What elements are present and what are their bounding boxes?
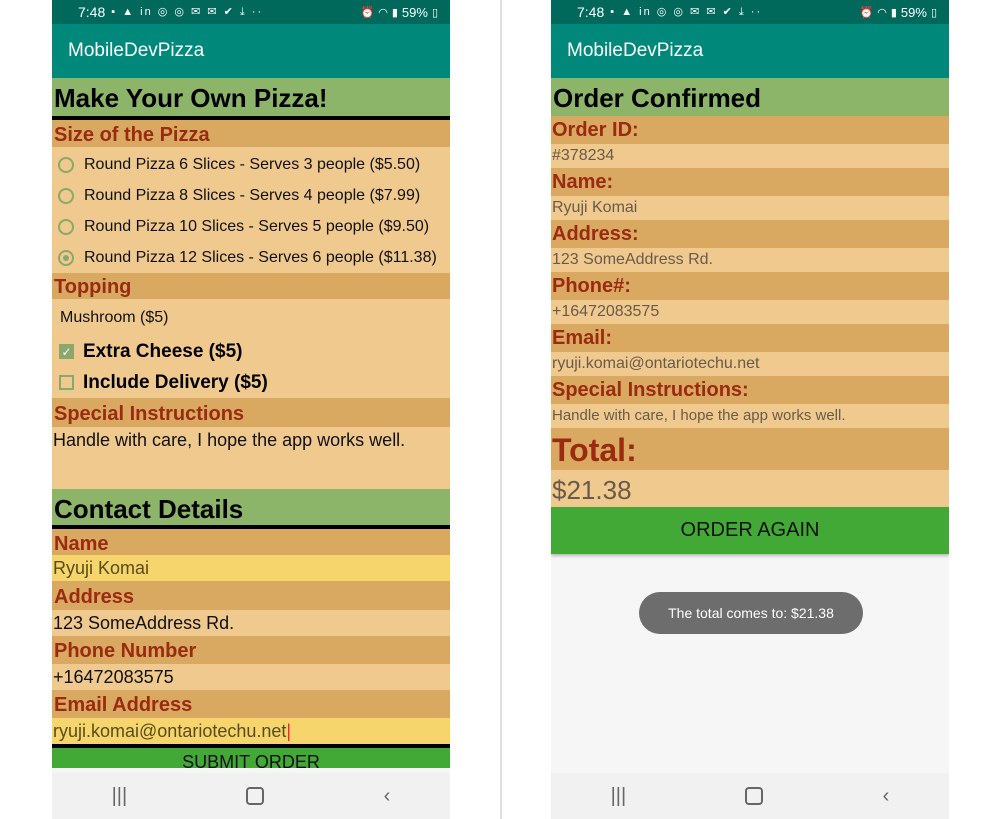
email-label: Email Address <box>52 690 450 718</box>
app-title: MobileDevPizza <box>68 40 205 61</box>
status-bar: 7:48 ▪ ▲ in ◎ ◎ ✉ ✉ ✔ ⤓ ·· ⏰ ◠ ▮ 59% ▯ <box>551 0 949 24</box>
order-id-value: #378234 <box>551 144 949 168</box>
notification-icons: ▪ ▲ in ◎ ◎ ✉ ✉ ✔ ⤓ ·· <box>610 6 763 18</box>
form-content: Make Your Own Pizza! Size of the Pizza R… <box>52 78 450 768</box>
size-option-12[interactable]: Round Pizza 12 Slices - Serves 6 people … <box>52 242 450 273</box>
screen-divider <box>500 0 502 819</box>
name-label: Name: <box>551 168 949 196</box>
address-label: Address: <box>551 220 949 248</box>
order-confirmation-screen: 7:48 ▪ ▲ in ◎ ◎ ✉ ✉ ✔ ⤓ ·· ⏰ ◠ ▮ 59% ▯ M… <box>551 0 949 819</box>
total-toast: The total comes to: $21.38 <box>639 592 863 634</box>
size-option-label: Round Pizza 12 Slices - Serves 6 people … <box>84 248 437 266</box>
extra-cheese-label: Extra Cheese ($5) <box>83 340 243 362</box>
topping-header: Topping <box>52 273 450 299</box>
signal-icon: ▮ <box>391 6 398 19</box>
checkbox-icon <box>59 375 74 390</box>
size-option-label: Round Pizza 6 Slices - Serves 3 people (… <box>84 155 421 173</box>
instructions-text: Handle with care, I hope the app works w… <box>53 430 406 450</box>
checkbox-checked-icon: ✓ <box>59 344 74 359</box>
total-value: $21.38 <box>551 470 949 507</box>
instructions-input[interactable]: Handle with care, I hope the app works w… <box>52 427 450 489</box>
app-title: MobileDevPizza <box>567 40 704 61</box>
battery-percent: 59% <box>900 4 927 20</box>
status-right-icons: ⏰ ◠ ▮ 59% ▯ <box>361 5 438 20</box>
confirmation-content: Order Confirmed Order ID: #378234 Name: … <box>551 78 949 554</box>
alarm-icon: ⏰ <box>859 6 874 19</box>
radio-selected-icon <box>58 249 74 266</box>
topping-selected: Mushroom ($5) <box>60 308 169 326</box>
size-option-label: Round Pizza 10 Slices - Serves 5 people … <box>84 217 430 235</box>
wifi-icon: ◠ <box>378 6 388 19</box>
address-input[interactable]: 123 SomeAddress Rd. <box>52 610 450 636</box>
phone-value: +16472083575 <box>551 300 949 324</box>
size-header: Size of the Pizza <box>52 120 450 147</box>
wifi-icon: ◠ <box>877 6 887 19</box>
status-time: 7:48 <box>78 4 106 20</box>
page-title: Make Your Own Pizza! <box>52 78 450 120</box>
options-group: ✓ Extra Cheese ($5) Include Delivery ($5… <box>52 336 450 398</box>
alarm-icon: ⏰ <box>360 6 375 19</box>
phone-input[interactable]: +16472083575 <box>52 664 450 690</box>
home-icon[interactable] <box>745 787 764 805</box>
instructions-header: Special Instructions <box>52 398 450 427</box>
home-icon[interactable] <box>246 787 265 805</box>
back-icon[interactable]: ‹ <box>384 785 391 808</box>
delivery-checkbox[interactable]: Include Delivery ($5) <box>52 367 450 398</box>
order-id-label: Order ID: <box>551 116 949 144</box>
size-option-8[interactable]: Round Pizza 8 Slices - Serves 4 people (… <box>52 180 450 211</box>
recent-apps-icon[interactable]: ||| <box>611 785 627 808</box>
email-value: ryuji.komai@ontariotechu.net <box>551 352 949 376</box>
email-value: ryuji.komai@ontariotechu.net <box>53 721 287 741</box>
radio-icon <box>58 156 74 173</box>
size-option-10[interactable]: Round Pizza 10 Slices - Serves 5 people … <box>52 211 450 242</box>
address-value: 123 SomeAddress Rd. <box>551 248 949 272</box>
submit-order-button[interactable]: SUBMIT ORDER <box>52 748 450 768</box>
status-bar: 7:48 ▪ ▲ in ◎ ◎ ✉ ✉ ✔ ⤓ ·· ⏰ ◠ ▮ 59% ▯ <box>52 0 450 24</box>
topping-dropdown[interactable]: Mushroom ($5) <box>52 299 450 336</box>
instructions-value: Handle with care, I hope the app works w… <box>551 404 949 428</box>
extra-cheese-checkbox[interactable]: ✓ Extra Cheese ($5) <box>52 336 450 367</box>
total-label: Total: <box>551 428 949 470</box>
name-label: Name <box>52 529 450 555</box>
size-option-6[interactable]: Round Pizza 6 Slices - Serves 3 people (… <box>52 149 450 180</box>
name-input[interactable]: Ryuji Komai <box>52 555 450 581</box>
notification-icons: ▪ ▲ in ◎ ◎ ✉ ✉ ✔ ⤓ ·· <box>111 6 264 18</box>
order-again-button[interactable]: ORDER AGAIN <box>551 507 949 554</box>
system-nav-bar: ||| ‹ <box>52 773 450 819</box>
name-value: Ryuji Komai <box>551 196 949 220</box>
recent-apps-icon[interactable]: ||| <box>112 785 128 808</box>
contact-heading: Contact Details <box>52 489 450 529</box>
signal-icon: ▮ <box>890 6 897 19</box>
radio-icon <box>58 218 74 235</box>
address-label: Address <box>52 581 450 610</box>
order-form-screen: 7:48 ▪ ▲ in ◎ ◎ ✉ ✉ ✔ ⤓ ·· ⏰ ◠ ▮ 59% ▯ M… <box>52 0 450 819</box>
battery-percent: 59% <box>401 4 428 20</box>
instructions-label: Special Instructions: <box>551 376 949 404</box>
phone-label: Phone Number <box>52 636 450 664</box>
status-time: 7:48 <box>577 4 605 20</box>
back-icon[interactable]: ‹ <box>883 785 890 808</box>
delivery-label: Include Delivery ($5) <box>83 371 268 393</box>
app-bar: MobileDevPizza <box>52 24 450 78</box>
status-right-icons: ⏰ ◠ ▮ 59% ▯ <box>860 5 937 20</box>
radio-icon <box>58 187 74 204</box>
system-nav-bar: ||| ‹ <box>551 773 949 819</box>
page-title: Order Confirmed <box>551 78 949 116</box>
email-label: Email: <box>551 324 949 352</box>
size-radio-group: Round Pizza 6 Slices - Serves 3 people (… <box>52 147 450 273</box>
battery-icon: ▯ <box>930 6 937 19</box>
text-cursor: | <box>286 721 292 741</box>
phone-label: Phone#: <box>551 272 949 300</box>
size-option-label: Round Pizza 8 Slices - Serves 4 people (… <box>84 186 421 204</box>
battery-icon: ▯ <box>431 6 438 19</box>
app-bar: MobileDevPizza <box>551 24 949 78</box>
email-input[interactable]: ryuji.komai@ontariotechu.net| <box>52 718 450 748</box>
